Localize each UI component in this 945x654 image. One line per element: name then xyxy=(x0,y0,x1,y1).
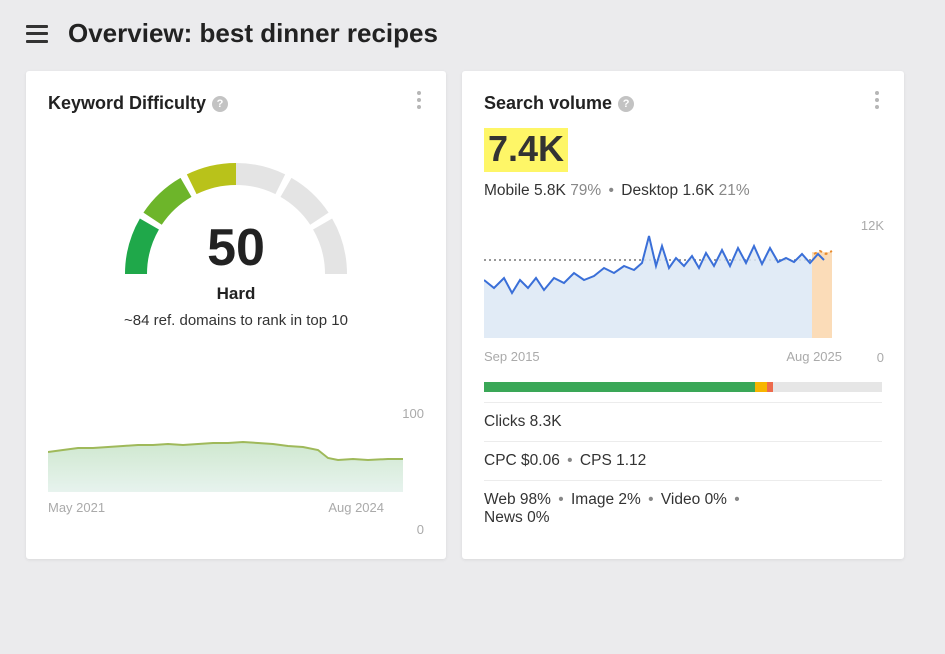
sv-mobile-label: Mobile xyxy=(484,182,530,199)
card-menu-icon[interactable] xyxy=(410,91,428,109)
search-volume-card: Search volume ? 7.4K Mobile 5.8K 79% • D… xyxy=(462,71,904,559)
clicks-val: 8.3K xyxy=(530,413,562,430)
card-menu-icon[interactable] xyxy=(868,91,886,109)
image-label: Image xyxy=(571,491,614,508)
sv-ymin: 0 xyxy=(877,350,884,365)
clicks-label: Clicks xyxy=(484,413,525,430)
help-icon[interactable]: ? xyxy=(618,96,634,112)
kd-ymax: 100 xyxy=(402,406,424,421)
menu-icon[interactable] xyxy=(26,25,48,43)
sv-desktop-val: 1.6K xyxy=(682,182,714,199)
keyword-difficulty-card: Keyword Difficulty ? 50 Hard ~84 ref. do… xyxy=(26,71,446,559)
kd-title: Keyword Difficulty xyxy=(48,93,206,114)
kd-trend-chart: 100 0 May 2021 Aug 2024 xyxy=(48,410,424,515)
image-val: 2% xyxy=(618,491,640,508)
cpc-row: CPC $0.06 • CPS 1.12 xyxy=(484,441,882,480)
sv-desktop-pct: 21% xyxy=(719,182,750,199)
sv-trend-chart: 12K 0 xyxy=(484,218,882,343)
video-label: Video xyxy=(661,491,700,508)
news-label: News xyxy=(484,509,523,526)
kd-date-start: May 2021 xyxy=(48,500,105,515)
sv-desktop-label: Desktop xyxy=(621,182,678,199)
web-label: Web xyxy=(484,491,516,508)
sv-mobile-val: 5.8K xyxy=(534,182,566,199)
kd-ymin: 0 xyxy=(417,522,424,537)
sv-title: Search volume xyxy=(484,93,612,114)
sv-breakdown: Mobile 5.8K 79% • Desktop 1.6K 21% xyxy=(484,182,882,200)
help-icon[interactable]: ? xyxy=(212,96,228,112)
sv-date-end: Aug 2025 xyxy=(786,349,842,364)
sv-date-start: Sep 2015 xyxy=(484,349,540,364)
news-val: 0% xyxy=(527,509,549,526)
kd-date-end: Aug 2024 xyxy=(328,500,384,515)
cps-label: CPS xyxy=(580,452,612,469)
clicks-row: Clicks 8.3K xyxy=(484,402,882,441)
sv-mobile-pct: 79% xyxy=(570,182,601,199)
kd-label: Hard xyxy=(106,284,366,304)
kd-note: ~84 ref. domains to rank in top 10 xyxy=(76,312,396,329)
cpc-label: CPC xyxy=(484,452,517,469)
video-val: 0% xyxy=(705,491,727,508)
sv-ymax: 12K xyxy=(861,218,884,233)
cps-val: 1.12 xyxy=(616,452,646,469)
web-val: 98% xyxy=(520,491,551,508)
page-title: Overview: best dinner recipes xyxy=(68,18,438,49)
kd-gauge: 50 Hard ~84 ref. domains to rank in top … xyxy=(106,144,366,334)
kd-value: 50 xyxy=(106,218,366,278)
sv-value: 7.4K xyxy=(484,128,568,172)
serp-row: Web 98% • Image 2% • Video 0% • News 0% xyxy=(484,480,882,537)
cpc-val: $0.06 xyxy=(521,452,560,469)
clicks-distribution-bar xyxy=(484,382,882,392)
